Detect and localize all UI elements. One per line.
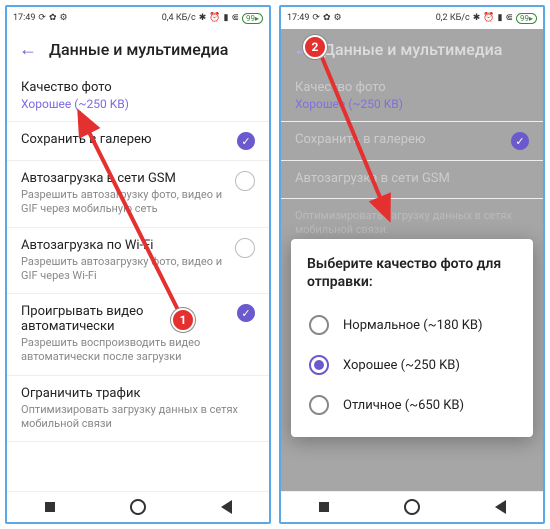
checkbox-off-icon[interactable] — [235, 238, 255, 258]
row-title: Качество фото — [21, 80, 255, 95]
dialog-option-good[interactable]: Хорошее (~250 KB) — [307, 345, 517, 385]
alarm-icon: ⏰ — [209, 14, 220, 23]
row-subtitle: Разрешить воспроизводить видео автоматич… — [21, 336, 229, 365]
bluetooth-icon: ✱ — [199, 14, 207, 23]
row-title: Проигрывать видео автоматически — [21, 304, 229, 334]
status-bar: 17:49 ⟳ ✿ ⚙ 0,4 КБ/с ✱ ⏰ ▮ ⋐ 99▸ — [7, 7, 269, 29]
wifi-icon: ⋐ — [231, 14, 239, 23]
gear-icon: ✿ — [49, 14, 57, 23]
nav-recents-icon[interactable] — [45, 502, 55, 512]
screen-title: Данные и мультимедиа — [323, 40, 502, 59]
battery-icon: 99▸ — [516, 13, 537, 24]
nav-recents-icon[interactable] — [319, 502, 329, 512]
row-subtitle: Разрешить автозагрузку фото, видео и GIF… — [21, 255, 227, 284]
sync-icon: ⟳ — [312, 14, 320, 23]
gear2-icon: ⚙ — [334, 14, 342, 23]
screen-title: Данные и мультимедиа — [49, 40, 228, 59]
row-value: Хорошее (~250 KB) — [295, 97, 529, 111]
option-label: Хорошее (~250 KB) — [343, 358, 460, 373]
row-photo-quality[interactable]: Качество фото Хорошее (~250 KB) — [7, 70, 269, 122]
row-title: Ограничить трафик — [21, 386, 255, 401]
row-title: Качество фото — [295, 80, 529, 95]
phone-left: 17:49 ⟳ ✿ ⚙ 0,4 КБ/с ✱ ⏰ ▮ ⋐ 99▸ ← Данны… — [5, 5, 271, 524]
gear-icon: ✿ — [323, 14, 331, 23]
status-time: 17:49 — [287, 13, 309, 23]
row-title: Сохранить в галерею — [295, 132, 503, 147]
nav-home-icon[interactable] — [130, 499, 146, 515]
dialog-option-normal[interactable]: Нормальное (~180 KB) — [307, 305, 517, 345]
annotation-badge-2: 2 — [303, 35, 327, 59]
row-autoload-gsm[interactable]: Автозагрузка в сети GSM Разрешить автоза… — [7, 161, 269, 228]
checkbox-on-icon[interactable]: ✓ — [237, 304, 255, 322]
status-net: 0,4 КБ/с — [162, 13, 196, 23]
row-title: Автозагрузка по Wi-Fi — [21, 238, 227, 253]
row-autoload-gsm: Автозагрузка в сети GSM — [281, 161, 543, 199]
checkbox-on-icon: ✓ — [511, 132, 529, 150]
battery-icon: 99▸ — [242, 13, 263, 24]
back-icon[interactable]: ← — [19, 39, 37, 60]
status-net: 0,2 КБ/с — [436, 13, 470, 23]
wifi-icon: ⋐ — [505, 14, 513, 23]
row-subtitle: Разрешить автозагрузку фото, видео и GIF… — [21, 188, 227, 217]
status-bar: 17:49 ⟳ ✿ ⚙ 0,2 КБ/с ✱ ⏰ ▮ ⋐ 99▸ — [281, 7, 543, 29]
photo-quality-dialog: Выберите качество фото для отправки: Нор… — [291, 239, 533, 437]
radio-on-icon[interactable] — [309, 355, 329, 375]
row-autoplay-video[interactable]: Проигрывать видео автоматически Разрешит… — [7, 294, 269, 376]
row-save-gallery: Сохранить в галерею ✓ — [281, 122, 543, 161]
status-time: 17:49 — [13, 13, 35, 23]
signal-icon: ▮ — [223, 14, 228, 23]
radio-off-icon[interactable] — [309, 395, 329, 415]
bluetooth-icon: ✱ — [473, 14, 481, 23]
gear2-icon: ⚙ — [60, 14, 68, 23]
row-photo-quality: Качество фото Хорошее (~250 KB) — [281, 70, 543, 122]
row-title: Сохранить в галерею — [21, 132, 229, 147]
row-title: Автозагрузка в сети GSM — [21, 171, 227, 186]
android-navbar — [281, 491, 543, 522]
nav-back-icon[interactable] — [495, 500, 506, 514]
row-limit-traffic[interactable]: Ограничить трафик Оптимизировать загрузк… — [7, 376, 269, 443]
option-label: Нормальное (~180 KB) — [343, 318, 483, 333]
dialog-title: Выберите качество фото для отправки: — [307, 255, 517, 291]
row-value: Хорошее (~250 KB) — [21, 97, 255, 111]
alarm-icon: ⏰ — [483, 14, 494, 23]
annotation-badge-1: 1 — [171, 308, 195, 332]
option-label: Отличное (~650 KB) — [343, 398, 464, 413]
row-subtitle: Оптимизировать загрузку данных в сетях м… — [21, 403, 255, 432]
row-autoload-wifi[interactable]: Автозагрузка по Wi-Fi Разрешить автозагр… — [7, 228, 269, 295]
sync-icon: ⟳ — [38, 14, 46, 23]
row-subtitle: Оптимизировать загрузку данных в сетях м… — [295, 209, 529, 238]
dialog-option-excellent[interactable]: Отличное (~650 KB) — [307, 385, 517, 425]
row-save-gallery[interactable]: Сохранить в галерею ✓ — [7, 122, 269, 161]
row-title: Автозагрузка в сети GSM — [295, 171, 529, 186]
phone-right: 17:49 ⟳ ✿ ⚙ 0,2 КБ/с ✱ ⏰ ▮ ⋐ 99▸ ← Данны… — [279, 5, 545, 524]
settings-list-dimmed: ← Данные и мультимедиа Качество фото Хор… — [281, 29, 543, 491]
screen-header: ← Данные и мультимедиа — [7, 29, 269, 70]
signal-icon: ▮ — [497, 14, 502, 23]
radio-off-icon[interactable] — [309, 315, 329, 335]
android-navbar — [7, 491, 269, 522]
checkbox-off-icon[interactable] — [235, 171, 255, 191]
nav-back-icon[interactable] — [221, 500, 232, 514]
checkbox-on-icon[interactable]: ✓ — [237, 132, 255, 150]
nav-home-icon[interactable] — [404, 499, 420, 515]
settings-list: Качество фото Хорошее (~250 KB) Сохранит… — [7, 70, 269, 491]
